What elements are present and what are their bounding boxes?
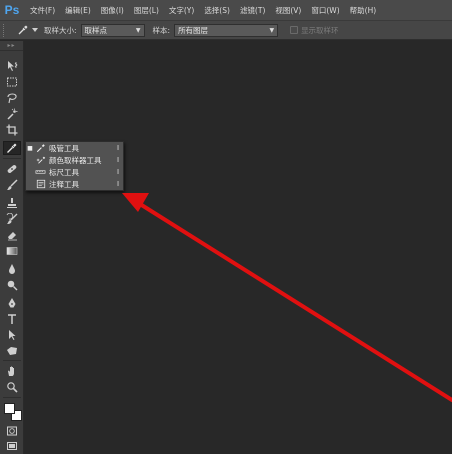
zoom-tool-icon[interactable] [3, 380, 21, 394]
ruler-icon [34, 167, 47, 177]
flyout-item-shortcut: I [116, 144, 120, 152]
history-brush-tool-icon[interactable] [3, 212, 21, 226]
toolbar-divider [3, 158, 21, 159]
note-icon [34, 179, 47, 189]
crop-tool-icon[interactable] [3, 123, 21, 137]
menu-type[interactable]: 文字(Y) [169, 5, 194, 16]
lasso-tool-icon[interactable] [3, 91, 21, 105]
sample-size-select[interactable]: 取样点 ▼ [80, 23, 145, 37]
type-tool-icon[interactable] [3, 312, 21, 326]
photoshop-logo: Ps [4, 3, 20, 17]
healing-brush-tool-icon[interactable] [3, 162, 21, 176]
menu-view[interactable]: 视图(V) [275, 5, 301, 16]
path-select-tool-icon[interactable] [3, 328, 21, 342]
quick-select-tool-icon[interactable] [3, 107, 21, 121]
menu-file[interactable]: 文件(F) [30, 5, 55, 16]
sample-size-value: 取样点 [84, 25, 108, 35]
menu-bar: Ps 文件(F) 编辑(E) 图像(I) 图层(L) 文字(Y) 选择(S) 滤… [0, 0, 452, 21]
sample-size-label: 取样大小: [44, 25, 77, 35]
document-workspace[interactable] [25, 41, 452, 454]
marquee-tool-icon[interactable] [3, 75, 21, 89]
tool-preset-dropdown-icon[interactable] [32, 28, 38, 32]
pen-tool-icon[interactable] [3, 296, 21, 310]
menu-image[interactable]: 图像(I) [101, 5, 124, 16]
flyout-item-shortcut: I [116, 168, 120, 176]
hand-tool-icon[interactable] [3, 364, 21, 378]
color-sampler-icon [34, 155, 47, 165]
shape-tool-icon[interactable] [3, 344, 21, 358]
options-bar-grip[interactable] [3, 23, 9, 37]
menu-layer[interactable]: 图层(L) [134, 5, 159, 16]
flyout-item-color-sampler[interactable]: 颜色取样器工具 I [26, 154, 123, 166]
toolbar-divider [3, 360, 21, 361]
eyedropper-tool-icon[interactable] [3, 141, 21, 155]
flyout-item-shortcut: I [116, 180, 120, 188]
flyout-item-note[interactable]: 注释工具 I [26, 178, 123, 190]
chevron-down-icon: ▼ [135, 26, 141, 34]
menu-window[interactable]: 窗口(W) [311, 5, 339, 16]
chevron-down-icon: ▼ [269, 26, 275, 34]
move-tool-icon[interactable] [3, 59, 21, 73]
dodge-tool-icon[interactable] [3, 278, 21, 292]
flyout-item-shortcut: I [116, 156, 120, 164]
eyedropper-tool-flyout: ■ 吸管工具 I 颜色取样器工具 I 标尺工具 I 注释工具 I [25, 141, 124, 191]
flyout-item-label: 颜色取样器工具 [49, 155, 102, 165]
clone-stamp-tool-icon[interactable] [3, 196, 21, 210]
flyout-item-label: 注释工具 [49, 179, 79, 189]
eyedropper-icon[interactable] [15, 23, 31, 37]
screen-mode-icon[interactable] [3, 439, 21, 453]
foreground-color-swatch[interactable] [4, 403, 15, 414]
tools-panel: ▸▸ [0, 41, 24, 454]
color-swatches[interactable] [3, 402, 22, 421]
eyedropper-icon [34, 143, 47, 153]
menu-filter[interactable]: 滤镜(T) [240, 5, 265, 16]
show-sampling-ring-label: 显示取样环 [301, 25, 339, 35]
menu-select[interactable]: 选择(S) [204, 5, 230, 16]
sample-value: 所有图层 [178, 25, 209, 35]
options-bar: 取样大小: 取样点 ▼ 样本: 所有图层 ▼ 显示取样环 [0, 21, 452, 40]
show-sampling-ring-checkbox[interactable] [290, 26, 299, 34]
flyout-item-ruler[interactable]: 标尺工具 I [26, 166, 123, 178]
gradient-tool-icon[interactable] [3, 244, 21, 258]
selected-bullet-icon: ■ [27, 144, 33, 152]
menu-edit[interactable]: 编辑(E) [65, 5, 91, 16]
menu-help[interactable]: 帮助(H) [350, 5, 377, 16]
flyout-item-label: 标尺工具 [49, 167, 79, 177]
blur-tool-icon[interactable] [3, 262, 21, 276]
sample-select[interactable]: 所有图层 ▼ [174, 23, 279, 37]
tools-panel-header[interactable]: ▸▸ [0, 41, 23, 51]
brush-tool-icon[interactable] [3, 178, 21, 192]
eraser-tool-icon[interactable] [3, 228, 21, 242]
sample-label: 样本: [152, 25, 171, 35]
flyout-item-eyedropper[interactable]: ■ 吸管工具 I [26, 142, 123, 154]
toolbar-divider [3, 397, 21, 398]
flyout-item-label: 吸管工具 [49, 143, 79, 153]
quick-mask-icon[interactable] [3, 424, 21, 438]
